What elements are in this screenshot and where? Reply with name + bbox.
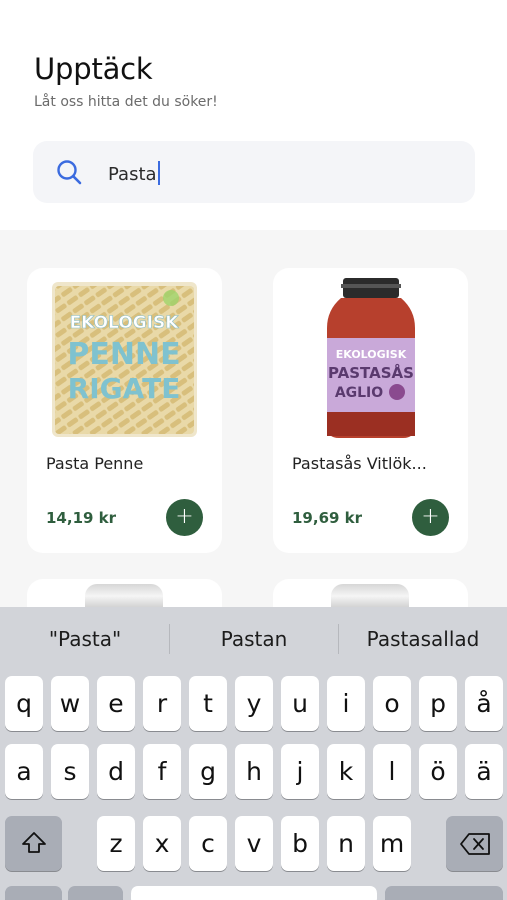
product-image-pasta-penne: EKOLOGISK PENNE RIGATE	[52, 282, 197, 437]
product-card[interactable]: EKOLOGISK PASTASÅS AGLIO Pastasås Vitlök…	[273, 268, 468, 553]
product-card[interactable]: EKOLOGISK PENNE RIGATE Pasta Penne 14,19…	[27, 268, 222, 553]
product-name: Pasta Penne	[46, 454, 144, 473]
search-input[interactable]: Pasta	[108, 161, 160, 185]
package-text: PENNE	[67, 337, 180, 372]
key[interactable]: j	[281, 744, 319, 799]
key[interactable]: i	[327, 676, 365, 731]
key[interactable]: e	[97, 676, 135, 731]
suggestion-item[interactable]: Pastan	[170, 627, 338, 651]
key[interactable]: q	[5, 676, 43, 731]
package-text: EKOLOGISK	[70, 313, 180, 333]
return-key[interactable]	[385, 886, 503, 900]
product-image-jar-lid	[331, 584, 409, 608]
key[interactable]: t	[189, 676, 227, 731]
text-caret	[157, 161, 160, 185]
key[interactable]: b	[281, 816, 319, 871]
key[interactable]: f	[143, 744, 181, 799]
key[interactable]: h	[235, 744, 273, 799]
key[interactable]: l	[373, 744, 411, 799]
globe-key[interactable]	[68, 886, 123, 900]
package-text: PASTASÅS	[328, 363, 414, 382]
product-image-jar-lid	[85, 584, 163, 608]
shift-icon	[21, 832, 46, 853]
search-input-value: Pasta	[108, 164, 157, 185]
package-text: AGLIO	[335, 385, 383, 401]
product-price: 14,19 kr	[46, 509, 117, 527]
page-title: Upptäck	[34, 52, 153, 86]
product-price: 19,69 kr	[292, 509, 363, 527]
product-image-pastasas: EKOLOGISK PASTASÅS AGLIO	[327, 278, 415, 438]
backspace-icon	[459, 833, 490, 855]
key[interactable]: n	[327, 816, 365, 871]
key[interactable]: z	[97, 816, 135, 871]
key[interactable]: c	[189, 816, 227, 871]
package-text: RIGATE	[68, 372, 181, 405]
shift-key[interactable]	[5, 816, 62, 871]
key[interactable]: d	[97, 744, 135, 799]
on-screen-keyboard: "Pasta" Pastan Pastasallad q w e r t y u…	[0, 607, 507, 900]
key[interactable]: ä	[465, 744, 503, 799]
key[interactable]: p	[419, 676, 457, 731]
key[interactable]: k	[327, 744, 365, 799]
search-icon	[57, 160, 82, 185]
backspace-key[interactable]	[446, 816, 503, 871]
header: Upptäck Låt oss hitta det du söker! Past…	[0, 0, 507, 230]
numbers-key[interactable]	[5, 886, 62, 900]
product-grid: EKOLOGISK PENNE RIGATE Pasta Penne 14,19…	[0, 230, 507, 864]
key[interactable]: m	[373, 816, 411, 871]
key[interactable]: g	[189, 744, 227, 799]
package-text: EKOLOGISK	[336, 348, 407, 361]
suggestion-item[interactable]: "Pasta"	[0, 627, 170, 651]
key[interactable]: v	[235, 816, 273, 871]
key[interactable]: å	[465, 676, 503, 731]
key[interactable]: ö	[419, 744, 457, 799]
key[interactable]: s	[51, 744, 89, 799]
key[interactable]: x	[143, 816, 181, 871]
page-subtitle: Låt oss hitta det du söker!	[34, 94, 218, 110]
key[interactable]: o	[373, 676, 411, 731]
space-key[interactable]	[131, 886, 377, 900]
add-to-cart-button[interactable]: +	[166, 499, 203, 536]
key[interactable]: a	[5, 744, 43, 799]
autocorrect-suggestions: "Pasta" Pastan Pastasallad	[0, 607, 507, 673]
product-name: Pastasås Vitlök...	[292, 454, 427, 473]
key[interactable]: y	[235, 676, 273, 731]
search-field[interactable]: Pasta	[33, 141, 475, 203]
key[interactable]: r	[143, 676, 181, 731]
key[interactable]: u	[281, 676, 319, 731]
key[interactable]: w	[51, 676, 89, 731]
add-to-cart-button[interactable]: +	[412, 499, 449, 536]
suggestion-item[interactable]: Pastasallad	[339, 627, 507, 651]
